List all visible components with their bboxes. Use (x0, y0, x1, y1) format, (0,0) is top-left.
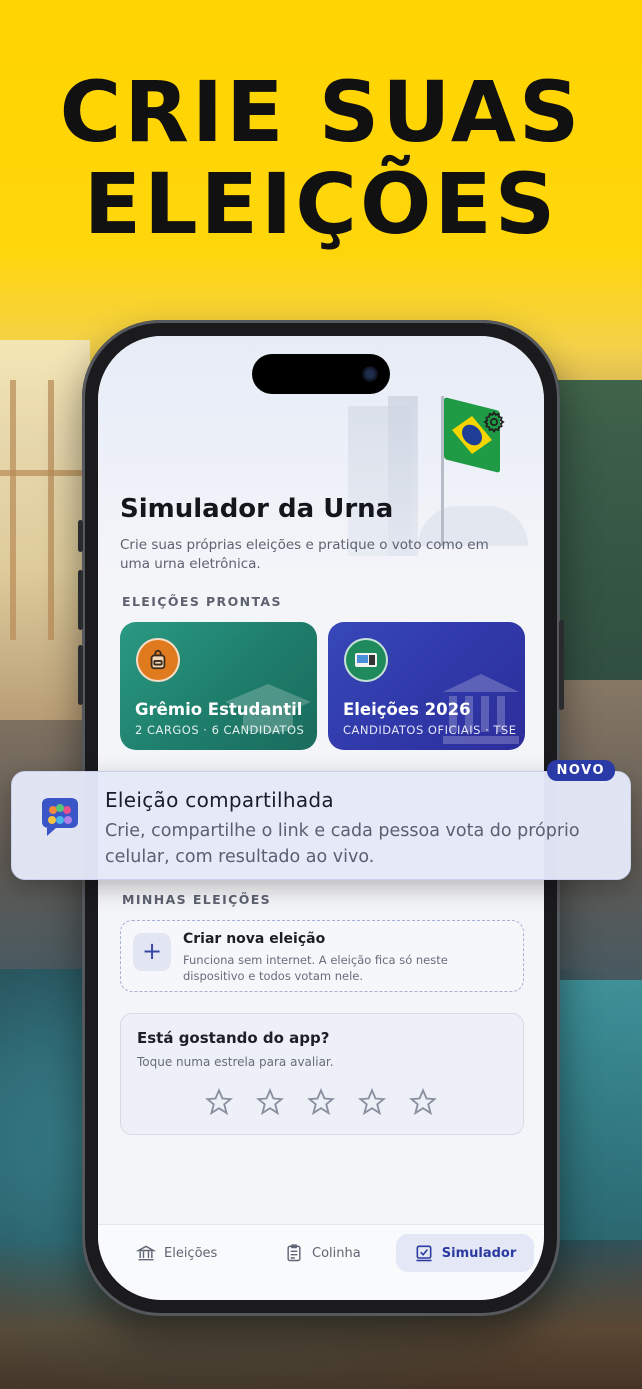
tab-simulador[interactable]: Simulador (396, 1234, 534, 1272)
card-title: Eleições 2026 (343, 700, 471, 719)
ready-elections-label: ELEIÇÕES PRONTAS (122, 594, 282, 609)
tab-eleicoes[interactable]: Eleições (136, 1234, 217, 1272)
phone-volume-up (78, 570, 83, 630)
rating-title: Está gostando do app? (137, 1029, 330, 1047)
gear-icon[interactable] (482, 410, 506, 434)
tab-bar: Eleições Colinha Simulador (98, 1224, 544, 1300)
phone-action-button (78, 520, 83, 552)
tab-label: Eleições (164, 1245, 218, 1261)
election-card-gremio[interactable]: Grêmio Estudantil 2 CARGOS · 6 CANDIDATO… (120, 622, 317, 750)
phone-volume-down (78, 645, 83, 705)
page-title: Simulador da Urna (120, 494, 394, 524)
star-3-icon[interactable] (307, 1088, 335, 1116)
page-subtitle: Crie suas próprias eleições e pratique o… (120, 537, 489, 572)
backpack-icon (136, 638, 180, 682)
star-4-icon[interactable] (358, 1088, 386, 1116)
phone-power-button (559, 620, 564, 710)
ballot-check-icon (416, 1245, 432, 1262)
shared-election-banner[interactable]: NOVO Eleição compartilhada Crie, compart… (11, 760, 631, 880)
card-title: Grêmio Estudantil (135, 700, 303, 719)
tab-colinha[interactable]: Colinha (284, 1234, 361, 1272)
create-election-title: Criar nova eleição (183, 931, 326, 947)
plus-icon: + (133, 933, 171, 971)
shared-title: Eleição compartilhada (105, 788, 334, 812)
camera-icon (362, 366, 378, 382)
election-card-2026[interactable]: Eleições 2026 CANDIDATOS OFICIAIS · TSE (328, 622, 525, 750)
headline-line-1: CRIE SUAS (59, 63, 583, 161)
headline: CRIE SUAS ELEIÇÕES (0, 66, 642, 250)
window-frame (0, 470, 90, 476)
congress-tower (388, 396, 418, 556)
tab-label: Colinha (312, 1245, 361, 1261)
clipboard-icon (287, 1244, 301, 1262)
rating-stars (205, 1088, 437, 1116)
dynamic-island (252, 354, 390, 394)
tab-label: Simulador (441, 1245, 517, 1261)
window-frame (48, 380, 54, 640)
window-frame (10, 380, 16, 640)
star-2-icon[interactable] (256, 1088, 284, 1116)
create-election-description: Funciona sem internet. A eleição fica só… (183, 953, 448, 983)
my-elections-label: MINHAS ELEIÇÕES (122, 892, 272, 907)
rating-card: Está gostando do app? Toque numa estrela… (120, 1013, 524, 1135)
card-meta: CANDIDATOS OFICIAIS · TSE (343, 723, 517, 737)
shared-description: Crie, compartilhe o link e cada pessoa v… (105, 821, 580, 867)
chat-people-icon (42, 798, 78, 836)
headline-line-2: ELEIÇÕES (83, 155, 559, 253)
new-badge: NOVO (546, 760, 615, 781)
rating-description: Toque numa estrela para avaliar. (137, 1055, 334, 1069)
voting-machine-icon (344, 638, 388, 682)
institution-icon (136, 1245, 156, 1261)
brazil-flag-icon (444, 397, 500, 473)
card-meta: 2 CARGOS · 6 CANDIDATOS (135, 723, 305, 737)
star-1-icon[interactable] (205, 1088, 233, 1116)
star-5-icon[interactable] (409, 1088, 437, 1116)
create-election-button[interactable]: + Criar nova eleição Funciona sem intern… (120, 920, 524, 992)
